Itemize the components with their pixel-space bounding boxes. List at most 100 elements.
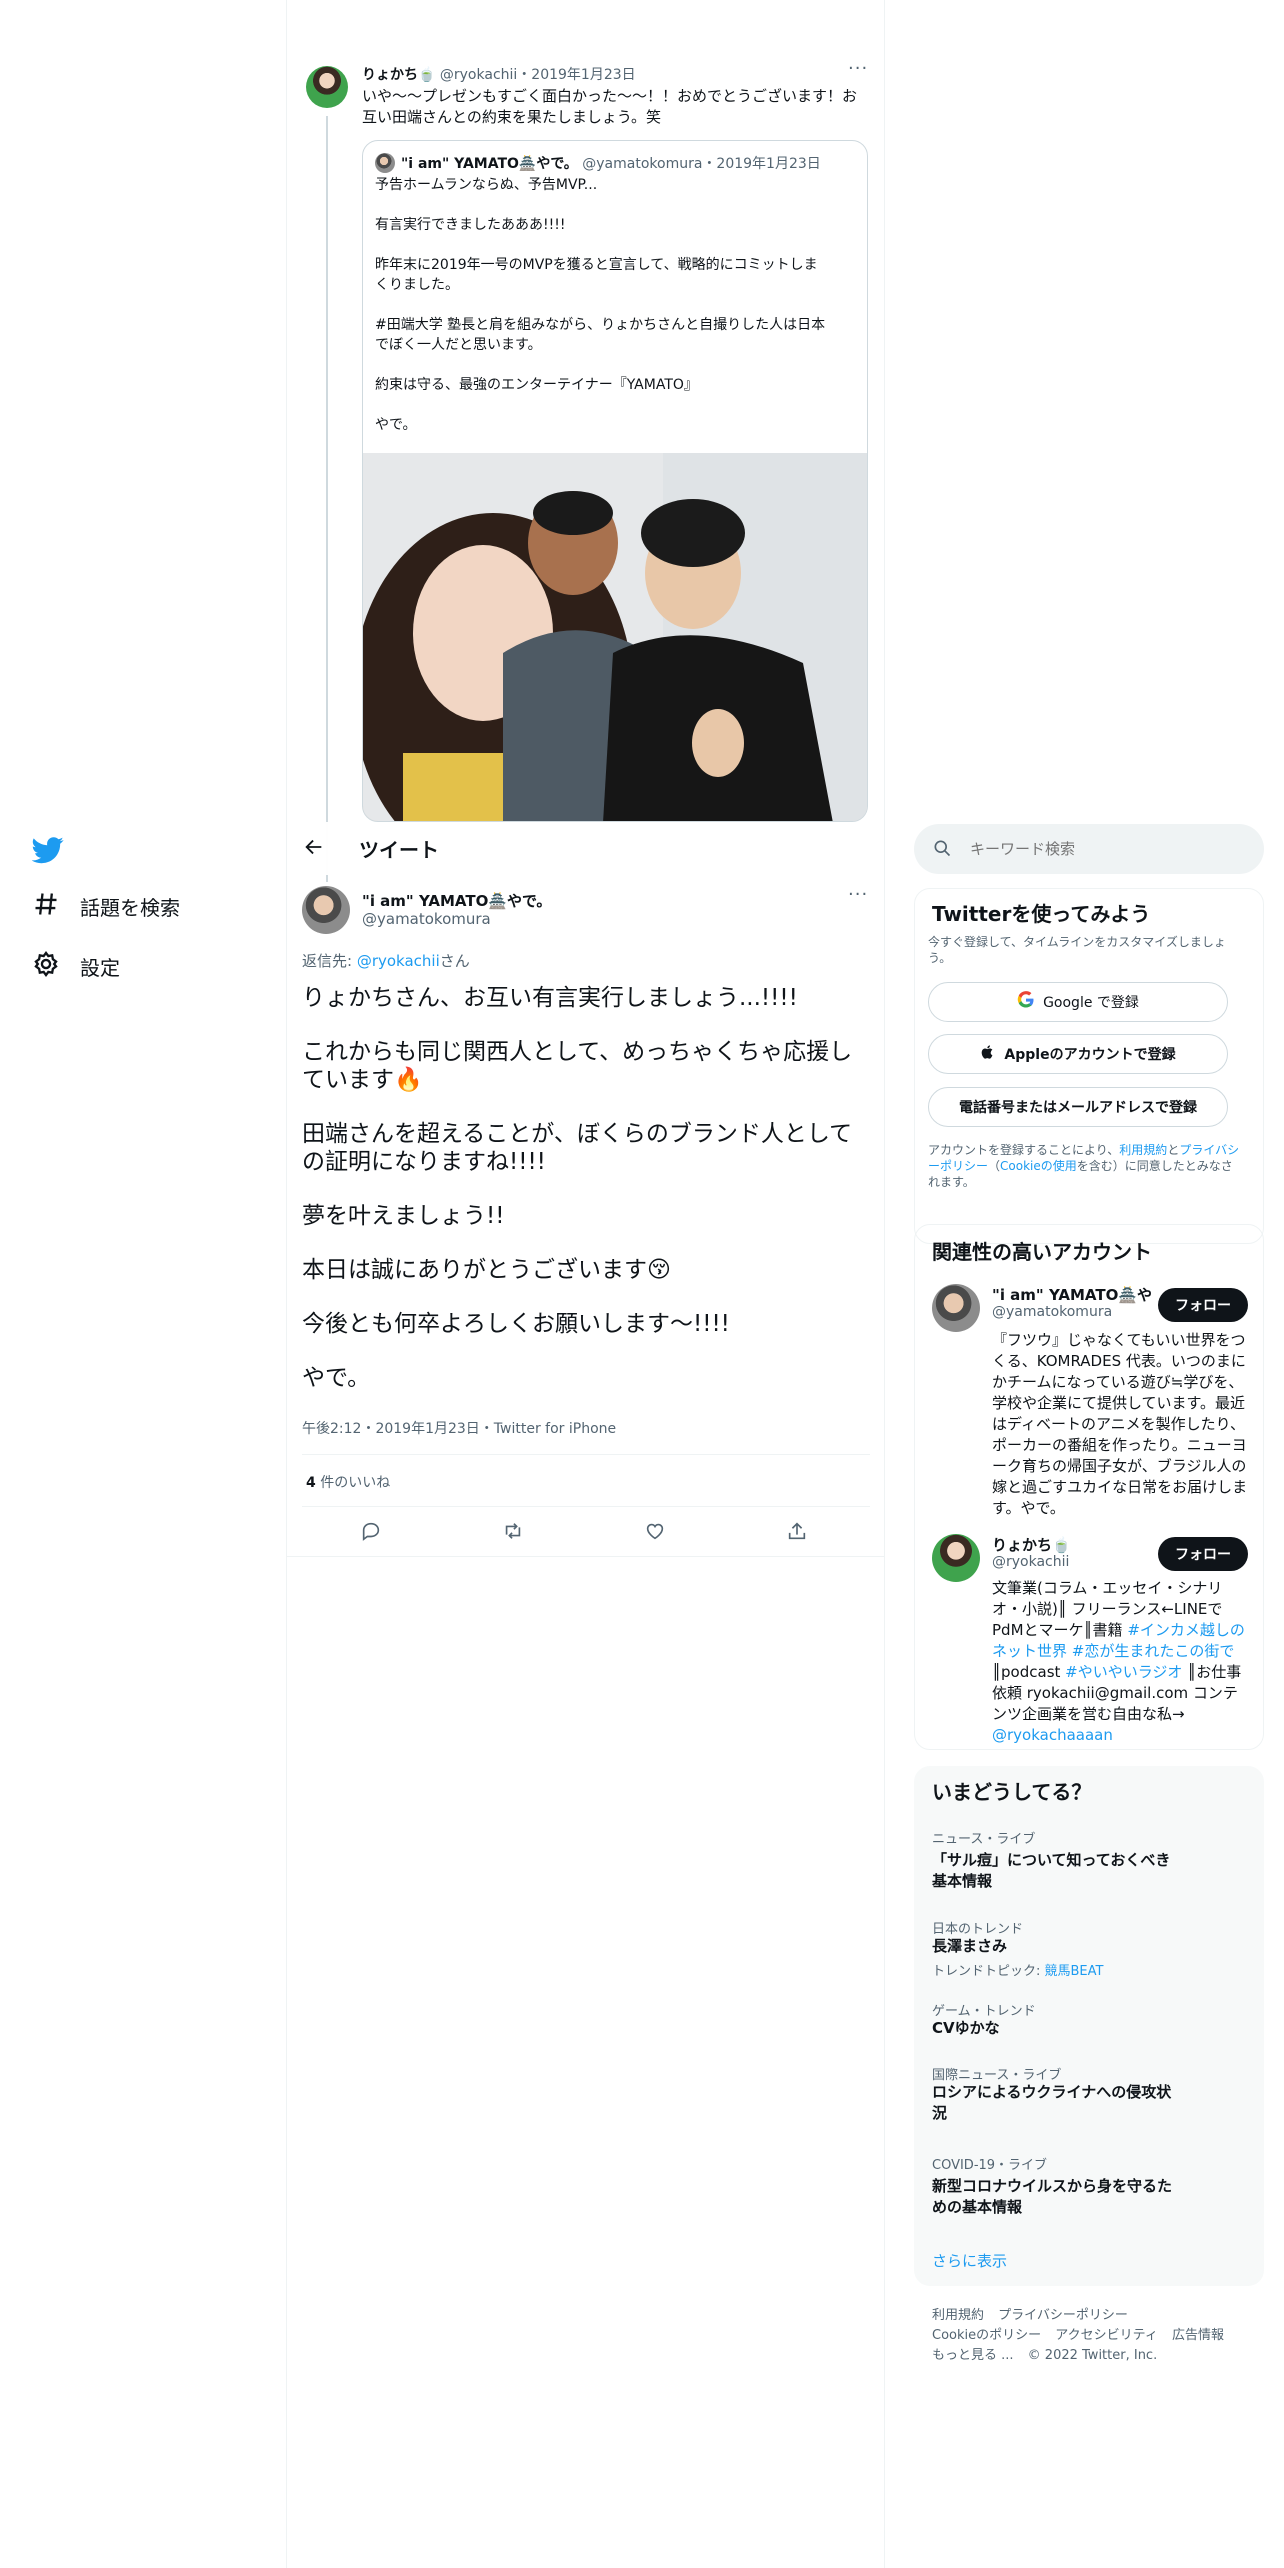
footer-link[interactable]: アクセシビリティ <box>1055 2328 1158 2343</box>
terms-text: と <box>1167 1143 1180 1157</box>
nav-explore[interactable]: 話題を検索 <box>32 890 180 923</box>
account-name[interactable]: りょかち🍵 <box>992 1534 1071 1555</box>
author-handle[interactable]: @yamatokomura <box>362 910 491 928</box>
search-input[interactable] <box>970 834 1250 864</box>
gear-icon <box>32 950 60 983</box>
account-handle[interactable]: @yamatokomura <box>992 1304 1112 1320</box>
bio-text: ║podcast <box>992 1663 1066 1681</box>
account-bio: 『フツウ』じゃなくてもいい世界をつくる、KOMRADES 代表。いつのまにかチー… <box>992 1331 1248 1517</box>
page-header: ツイート <box>287 822 884 875</box>
footer-link[interactable]: 利用規約 <box>932 2308 984 2323</box>
mention-link[interactable]: @ryokachaaaan <box>992 1726 1113 1744</box>
text-line: 約束は守る、最強のエンターテイナー『YAMATO』 <box>375 377 698 393</box>
parent-tweet-text: いや〜〜プレゼンもすごく面白かった〜〜！！おめでとうございます！お 互い田端さん… <box>362 86 882 128</box>
text-line: 予告ホームランならぬ、予告MVP... <box>375 177 598 193</box>
divider-left <box>286 0 287 2568</box>
more-icon[interactable]: ··· <box>848 58 868 79</box>
divider <box>287 1556 884 1557</box>
footer-link[interactable]: 広告情報 <box>1172 2328 1224 2343</box>
parent-tweet-header: りょかち🍵 @ryokachii・2019年1月23日 <box>362 64 636 84</box>
show-more-link[interactable]: さらに表示 <box>932 2250 1007 2271</box>
tweet-paragraph: 今後とも何卒よろしくお願いします〜!!!! <box>302 1311 730 1337</box>
left-nav: 話題を検索 設定 <box>0 0 286 2568</box>
avatar <box>375 153 395 173</box>
signup-subtitle: 今すぐ登録して、タイムラインをカスタマイズしましょう。 <box>928 935 1226 965</box>
trend-category: 日本のトレンド <box>932 1922 1024 1937</box>
phone-signup-label: 電話番号またはメールアドレスで登録 <box>959 1100 1197 1116</box>
trend-topic-label: トレンドトピック: <box>932 1964 1045 1979</box>
search-icon <box>932 838 954 860</box>
phone-email-signup-button[interactable]: 電話番号またはメールアドレスで登録 <box>928 1087 1228 1127</box>
follow-button[interactable]: フォロー <box>1158 1537 1248 1571</box>
author-name[interactable]: "i am" YAMATO🏯やで。 <box>362 890 551 911</box>
search-box[interactable] <box>914 824 1264 874</box>
avatar[interactable] <box>932 1284 980 1332</box>
divider <box>302 1506 870 1507</box>
trend-item[interactable]: CVゆかな <box>932 2018 1172 2039</box>
avatar[interactable] <box>302 886 350 934</box>
footer-link[interactable]: Cookieのポリシー <box>932 2328 1041 2343</box>
terms-link[interactable]: 利用規約 <box>1119 1143 1167 1157</box>
tweet-paragraph: 本日は誠にありがとうございます😚 <box>302 1257 671 1283</box>
trend-item[interactable]: 長澤まさみ <box>932 1936 1172 1957</box>
quote-header: "i am" YAMATO🏯やで。 @yamatokomura・2019年1月2… <box>401 153 821 173</box>
tweet-text: りょかちさん、お互い有言実行しましょう...!!!! これからも同じ関西人として… <box>302 984 862 1418</box>
footer-link[interactable]: プライバシーポリシー <box>998 2308 1128 2323</box>
text-line: くりました。 <box>375 277 459 293</box>
nav-settings[interactable]: 設定 <box>32 950 120 983</box>
terms-text: アカウントを登録することにより、 <box>928 1143 1120 1157</box>
account-name[interactable]: "i am" YAMATO🏯や... <box>992 1284 1152 1305</box>
hashtag-link[interactable]: #恋が生まれたこの街で <box>1072 1642 1235 1660</box>
apple-signup-label: Appleのアカウントで登録 <box>1004 1047 1176 1063</box>
trend-item[interactable]: 新型コロナウイルスから身を守るための基本情報 <box>932 2176 1172 2218</box>
google-signup-button[interactable]: Google で登録 <box>928 982 1228 1022</box>
footer-more-link[interactable]: もっと見る ... <box>932 2348 1014 2363</box>
reply-to-link[interactable]: @ryokachii <box>357 952 440 970</box>
retweet-icon[interactable] <box>502 1520 526 1544</box>
like-heart-icon[interactable] <box>644 1520 668 1544</box>
likes-label: 件のいいね <box>315 1475 391 1491</box>
reply-prefix: 返信先: <box>302 952 357 970</box>
trend-category: ニュース・ライブ <box>932 1832 1036 1847</box>
likes-count[interactable]: 4 件のいいね <box>306 1472 390 1492</box>
nav-explore-label: 話題を検索 <box>80 896 180 920</box>
avatar[interactable] <box>932 1534 980 1582</box>
twitter-logo-icon[interactable] <box>31 834 64 866</box>
tweet-date: ・2019年1月23日 <box>702 156 821 172</box>
tweet-paragraph: 田端さんを超えることが、ぼくらのブランド人としての証明になりますね!!!! <box>302 1121 853 1175</box>
page-title: ツイート <box>359 838 439 862</box>
signup-terms: アカウントを登録することにより、利用規約とプライバシーポリシー（Cookieの使… <box>928 1142 1244 1190</box>
apple-signup-button[interactable]: Appleのアカウントで登録 <box>928 1034 1228 1074</box>
text-line: でぼく一人だと思います。 <box>375 337 542 353</box>
hashtag-link[interactable]: #やいやいラジオ <box>1065 1663 1182 1681</box>
reply-suffix: さん <box>439 952 470 970</box>
author-name[interactable]: りょかち🍵 <box>362 67 435 83</box>
account-handle[interactable]: @ryokachii <box>992 1554 1069 1570</box>
trend-item[interactable]: 「サル痘」について知っておくべき基本情報 <box>932 1850 1172 1892</box>
cookie-link[interactable]: Cookieの使用 <box>1000 1159 1077 1173</box>
follow-button[interactable]: フォロー <box>1158 1288 1248 1322</box>
more-icon[interactable]: ··· <box>848 884 868 905</box>
trend-topic-link[interactable]: 競馬BEAT <box>1045 1964 1104 1979</box>
tweet-paragraph: りょかちさん、お互い有言実行しましょう...!!!! <box>302 985 798 1011</box>
trend-category: COVID-19・ライブ <box>932 2158 1048 2173</box>
thread-line <box>326 116 328 882</box>
avatar[interactable] <box>306 66 348 108</box>
quote-text: 予告ホームランならぬ、予告MVP... 有言実行できましたあああ!!!! 昨年末… <box>375 175 859 435</box>
quote-tweet-card[interactable]: "i am" YAMATO🏯やで。 @yamatokomura・2019年1月2… <box>362 140 868 822</box>
trend-item[interactable]: ロシアによるウクライナへの侵攻状況 <box>932 2082 1172 2124</box>
tweet-date[interactable]: ・2019年1月23日 <box>517 67 635 83</box>
parent-tweet[interactable]: りょかち🍵 @ryokachii・2019年1月23日 ··· いや〜〜プレゼン… <box>306 58 884 882</box>
share-icon[interactable] <box>786 1520 810 1544</box>
back-arrow-icon[interactable] <box>303 836 327 860</box>
tweet-photo[interactable] <box>363 453 867 821</box>
author-handle[interactable]: @ryokachii <box>440 67 517 83</box>
apple-icon <box>980 1044 996 1064</box>
terms-text: （ <box>988 1159 1001 1173</box>
likes-number: 4 <box>306 1475 316 1491</box>
hashtag-icon <box>32 890 60 923</box>
tweet-meta[interactable]: 午後2:12・2019年1月23日・Twitter for iPhone <box>302 1418 616 1438</box>
reply-icon[interactable] <box>360 1520 384 1544</box>
text-line: やで。 <box>375 417 417 433</box>
signup-title: Twitterを使ってみよう <box>932 902 1151 926</box>
